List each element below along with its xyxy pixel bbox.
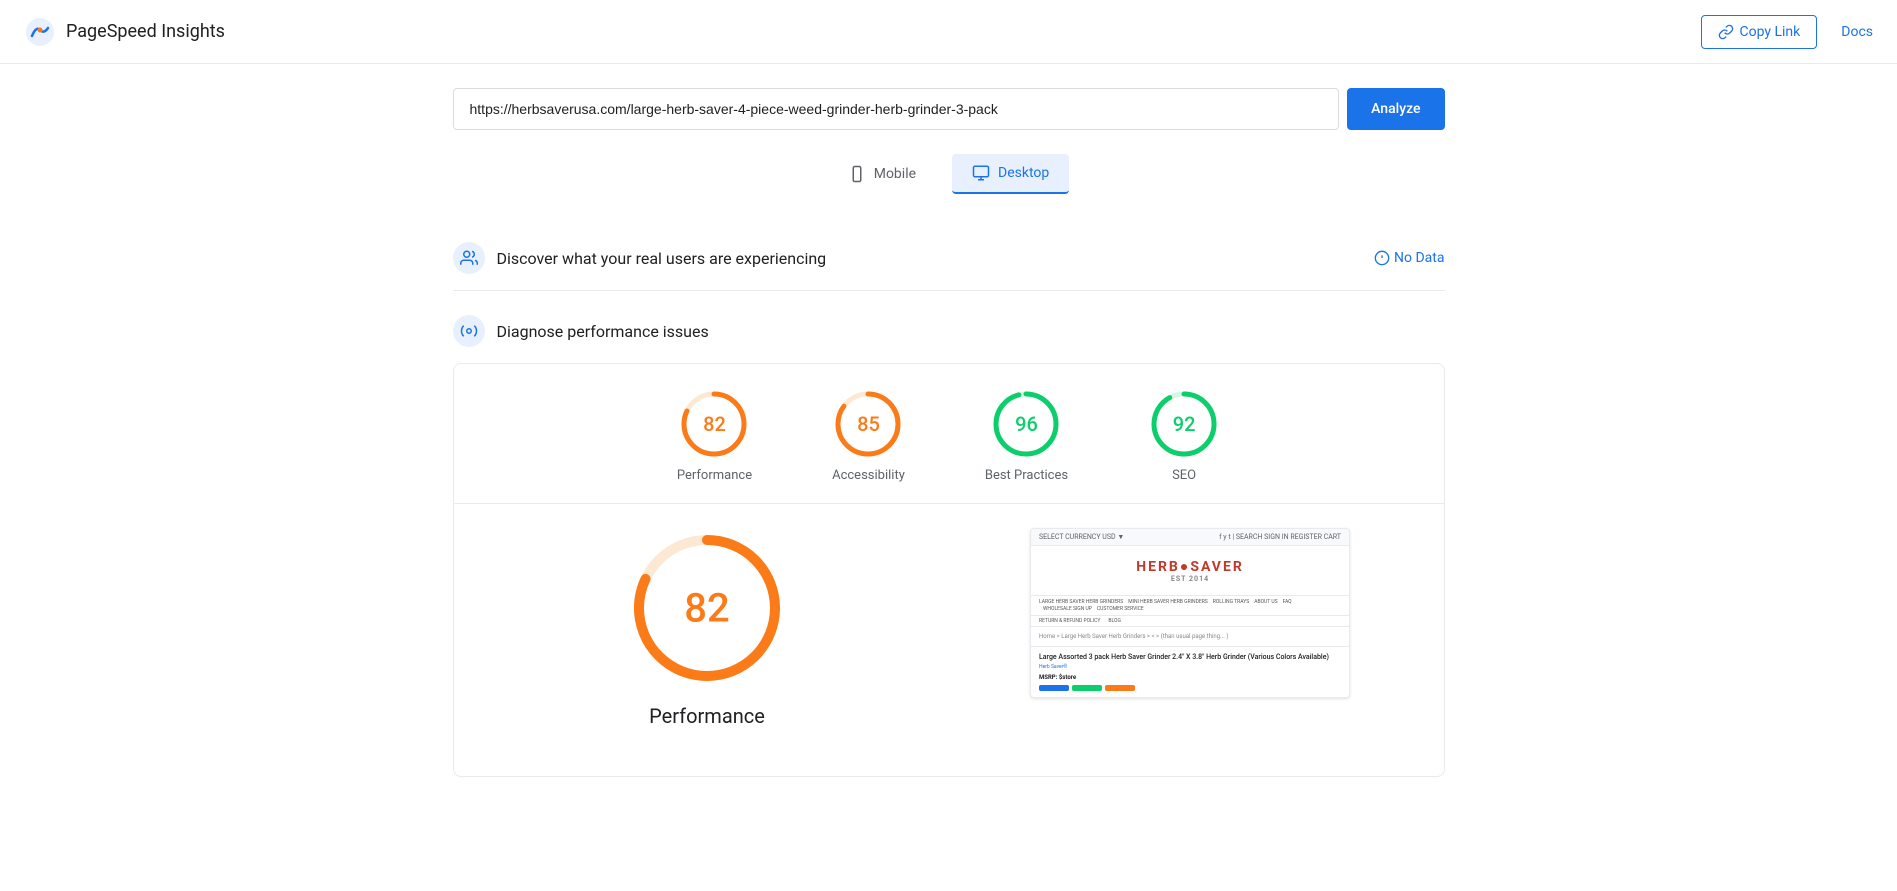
diagnose-icon [453, 315, 485, 347]
tab-desktop-label: Desktop [998, 165, 1049, 181]
menu-item-5: FAQ [1283, 599, 1292, 605]
score-seo: 92 SEO [1148, 388, 1220, 483]
large-score-section: 82 Performance SELECT CURRENCY USD ▼ f y… [454, 504, 1444, 752]
score-label-performance: Performance [677, 468, 752, 483]
screenshot-menu-row2: RETURN & REFUND POLICY BLOG [1031, 616, 1349, 627]
link-icon [1718, 24, 1734, 40]
mobile-icon [848, 165, 866, 183]
real-users-title: Discover what your real users are experi… [497, 249, 827, 268]
real-users-section: Discover what your real users are experi… [453, 226, 1445, 291]
large-score-circle: 82 [627, 528, 787, 688]
header-right: Copy Link Docs [1701, 15, 1874, 49]
score-label-accessibility: Accessibility [832, 468, 905, 483]
scores-card: 82 Performance 85 Accessibility [453, 363, 1445, 777]
menu-item-7: CUSTOMER SERVICE [1097, 606, 1144, 612]
screenshot-product-price: MSRP: $store [1039, 674, 1341, 681]
copy-link-label: Copy Link [1740, 24, 1801, 40]
screenshot-breadcrumb: Home > Large Herb Saver Herb Grinders > … [1031, 627, 1349, 647]
score-label-seo: SEO [1172, 468, 1196, 483]
menu-item-4: ABOUT US [1254, 599, 1277, 605]
docs-link[interactable]: Docs [1841, 24, 1873, 40]
bar-blue [1039, 685, 1069, 691]
pagespeed-logo-icon [24, 16, 56, 48]
score-number-best-practices: 96 [1015, 412, 1038, 436]
analyze-button[interactable]: Analyze [1347, 88, 1444, 130]
info-icon [1374, 250, 1390, 266]
screenshot-product-sub: Herb Saver® [1039, 664, 1341, 670]
url-input[interactable] [453, 88, 1340, 130]
menu-item-1: LARGE HERB SAVER HERB GRINDERS [1039, 599, 1123, 605]
large-score-label: Performance [649, 704, 765, 728]
score-circle-best-practices: 96 [990, 388, 1062, 460]
large-score-right: SELECT CURRENCY USD ▼ f y t | SEARCH SIG… [961, 528, 1420, 728]
score-circle-performance: 82 [678, 388, 750, 460]
score-circle-seo: 92 [1148, 388, 1220, 460]
screenshot-color-bars [1039, 685, 1341, 691]
score-performance: 82 Performance [677, 388, 752, 483]
score-circle-accessibility: 85 [832, 388, 904, 460]
copy-link-button[interactable]: Copy Link [1701, 15, 1818, 49]
score-accessibility: 85 Accessibility [832, 388, 905, 483]
real-users-left: Discover what your real users are experi… [453, 242, 827, 274]
screenshot-menu: LARGE HERB SAVER HERB GRINDERS MINI HERB… [1031, 595, 1349, 616]
diagnose-title: Diagnose performance issues [497, 322, 709, 341]
menu-return: RETURN & REFUND POLICY [1039, 618, 1100, 624]
scores-row: 82 Performance 85 Accessibility [454, 388, 1444, 504]
gear-icon [460, 322, 478, 340]
tab-desktop[interactable]: Desktop [952, 154, 1069, 194]
screenshot-logo: HERB●SAVER EST 2014 [1031, 546, 1349, 595]
screenshot-nav-right: f y t | SEARCH SIGN IN REGISTER CART [1219, 533, 1341, 541]
score-number-accessibility: 85 [857, 412, 880, 436]
bar-green [1072, 685, 1102, 691]
logo-text: PageSpeed Insights [66, 21, 225, 42]
screenshot-preview: SELECT CURRENCY USD ▼ f y t | SEARCH SIG… [1030, 528, 1350, 698]
logo-area: PageSpeed Insights [24, 16, 225, 48]
url-bar-row: Analyze [453, 88, 1445, 130]
score-number-performance: 82 [703, 412, 726, 436]
main-content: Analyze Mobile Desktop [437, 64, 1461, 825]
screenshot-nav-left: SELECT CURRENCY USD ▼ [1039, 533, 1124, 541]
score-label-best-practices: Best Practices [985, 468, 1068, 483]
screenshot-nav: SELECT CURRENCY USD ▼ f y t | SEARCH SIG… [1031, 529, 1349, 546]
real-users-icon [453, 242, 485, 274]
screenshot-product-title: Large Assorted 3 pack Herb Saver Grinder… [1039, 653, 1341, 662]
no-data-badge[interactable]: No Data [1374, 250, 1444, 266]
users-icon [460, 249, 478, 267]
menu-blog: BLOG [1108, 618, 1121, 624]
screenshot-content: Large Assorted 3 pack Herb Saver Grinder… [1031, 647, 1349, 697]
diagnose-section-header: Diagnose performance issues [453, 299, 1445, 363]
menu-item-3: ROLLING TRAYS [1213, 599, 1249, 605]
score-number-seo: 92 [1173, 412, 1196, 436]
tab-mobile[interactable]: Mobile [828, 154, 936, 194]
menu-item-2: MINI HERB SAVER HERB GRINDERS [1128, 599, 1208, 605]
large-score-number: 82 [684, 585, 729, 632]
tab-row: Mobile Desktop [453, 154, 1445, 194]
header: PageSpeed Insights Copy Link Docs [0, 0, 1897, 64]
desktop-icon [972, 164, 990, 182]
tab-mobile-label: Mobile [874, 166, 916, 182]
bar-orange [1105, 685, 1135, 691]
score-best-practices: 96 Best Practices [985, 388, 1068, 483]
menu-item-6: WHOLESALE SIGN UP [1043, 606, 1092, 612]
no-data-label: No Data [1394, 250, 1444, 266]
large-score-left: 82 Performance [478, 528, 937, 728]
